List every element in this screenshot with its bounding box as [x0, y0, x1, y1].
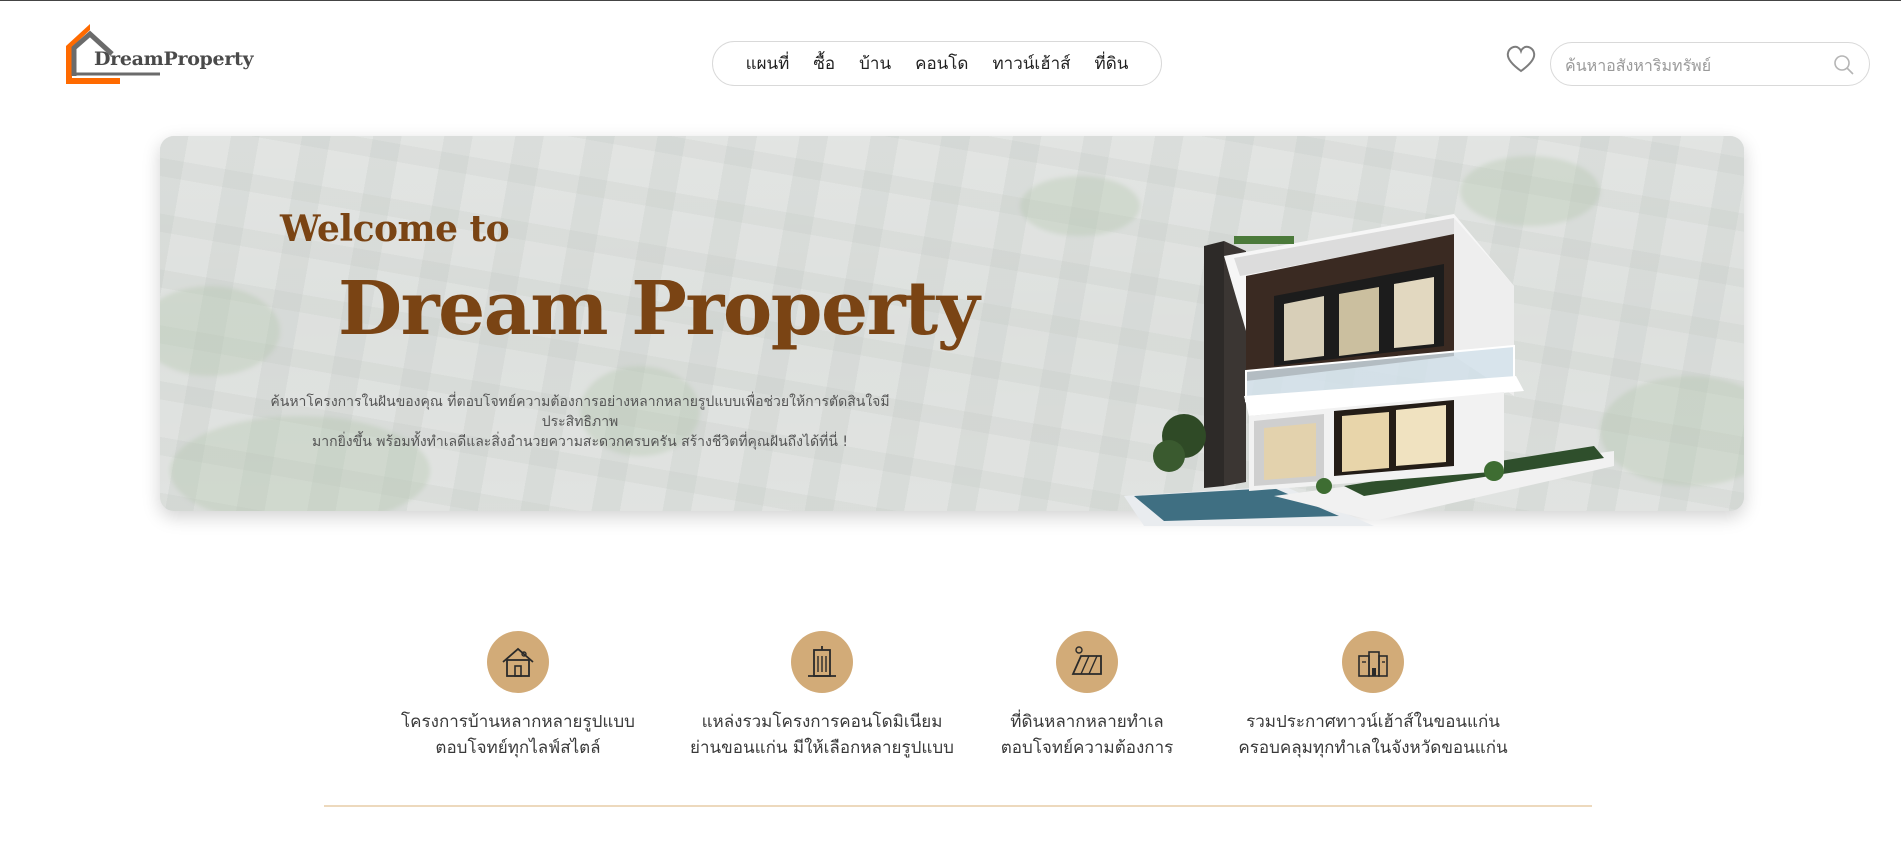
house-icon: [502, 647, 534, 677]
feature-townhouses[interactable]: รวมประกาศทาวน์เฮ้าส์ในขอนแก่น ครอบคลุมทุ…: [1213, 631, 1533, 761]
feature-icon-circle: [791, 631, 853, 693]
feature-text: โครงการบ้านหลากหลายรูปแบบ ตอบโจทย์ทุกไลฟ…: [358, 709, 678, 761]
nav-item-condo[interactable]: คอนโด: [903, 50, 980, 77]
nav-item-townhouse[interactable]: ทาวน์เฮ้าส์: [980, 50, 1082, 77]
hero-welcome: Welcome to: [280, 208, 510, 250]
hero-title: Dream Property: [338, 266, 980, 352]
hero-description-line1: ค้นหาโครงการในฝันของคุณ ที่ตอบโจทย์ความต…: [270, 394, 890, 430]
hero-description: ค้นหาโครงการในฝันของคุณ ที่ตอบโจทย์ความต…: [255, 392, 905, 452]
heart-icon[interactable]: [1506, 45, 1536, 73]
modern-house-image: [1124, 214, 1614, 526]
feature-land[interactable]: ที่ดินหลากหลายทำเล ตอบโจทย์ความต้องการ: [927, 631, 1247, 761]
nav-item-house[interactable]: บ้าน: [847, 50, 903, 77]
feature-icon-circle: [1056, 631, 1118, 693]
tree-cluster: [160, 286, 280, 376]
feature-line1: รวมประกาศทาวน์เฮ้าส์ในขอนแก่น: [1246, 712, 1500, 732]
nav-item-map[interactable]: แผนที่: [734, 50, 802, 77]
tree-cluster: [1020, 176, 1140, 236]
townhouse-icon: [1358, 651, 1388, 677]
condo-building-icon: [808, 646, 836, 677]
search-box: [1550, 42, 1870, 86]
feature-line1: ที่ดินหลากหลายทำเล: [1010, 712, 1164, 732]
feature-icon-circle: [487, 631, 549, 693]
hero-banner: Welcome to Dream Property ค้นหาโครงการใน…: [160, 136, 1744, 526]
search-input[interactable]: [1565, 53, 1825, 77]
nav-item-land[interactable]: ที่ดิน: [1083, 50, 1141, 77]
nav-item-buy[interactable]: ซื้อ: [801, 50, 847, 77]
feature-line2: ตอบโจทย์ทุกไลฟ์สไตล์: [435, 738, 601, 758]
search-icon[interactable]: [1833, 54, 1855, 76]
tree-cluster: [1600, 376, 1744, 486]
feature-text: รวมประกาศทาวน์เฮ้าส์ในขอนแก่น ครอบคลุมทุ…: [1213, 709, 1533, 761]
feature-line1: โครงการบ้านหลากหลายรูปแบบ: [401, 712, 635, 732]
top-rule: [0, 0, 1901, 1]
feature-line2: ครอบคลุมทุกทำเลในจังหวัดขอนแก่น: [1238, 738, 1508, 758]
section-divider: [324, 805, 1592, 807]
feature-icon-circle: [1342, 631, 1404, 693]
land-plot-icon: [1071, 646, 1102, 675]
feature-line2: ตอบโจทย์ความต้องการ: [1000, 738, 1174, 758]
hero-description-line2: มากยิ่งขึ้น พร้อมทั้งทำเลดีและสิ่งอำนวยค…: [312, 434, 848, 450]
logo[interactable]: DreamProperty: [60, 20, 254, 88]
logo-text: DreamProperty: [94, 48, 254, 70]
feature-houses[interactable]: โครงการบ้านหลากหลายรูปแบบ ตอบโจทย์ทุกไลฟ…: [358, 631, 678, 761]
main-nav: แผนที่ ซื้อ บ้าน คอนโด ทาวน์เฮ้าส์ ที่ดิ…: [712, 41, 1162, 86]
feature-text: ที่ดินหลากหลายทำเล ตอบโจทย์ความต้องการ: [927, 709, 1247, 761]
